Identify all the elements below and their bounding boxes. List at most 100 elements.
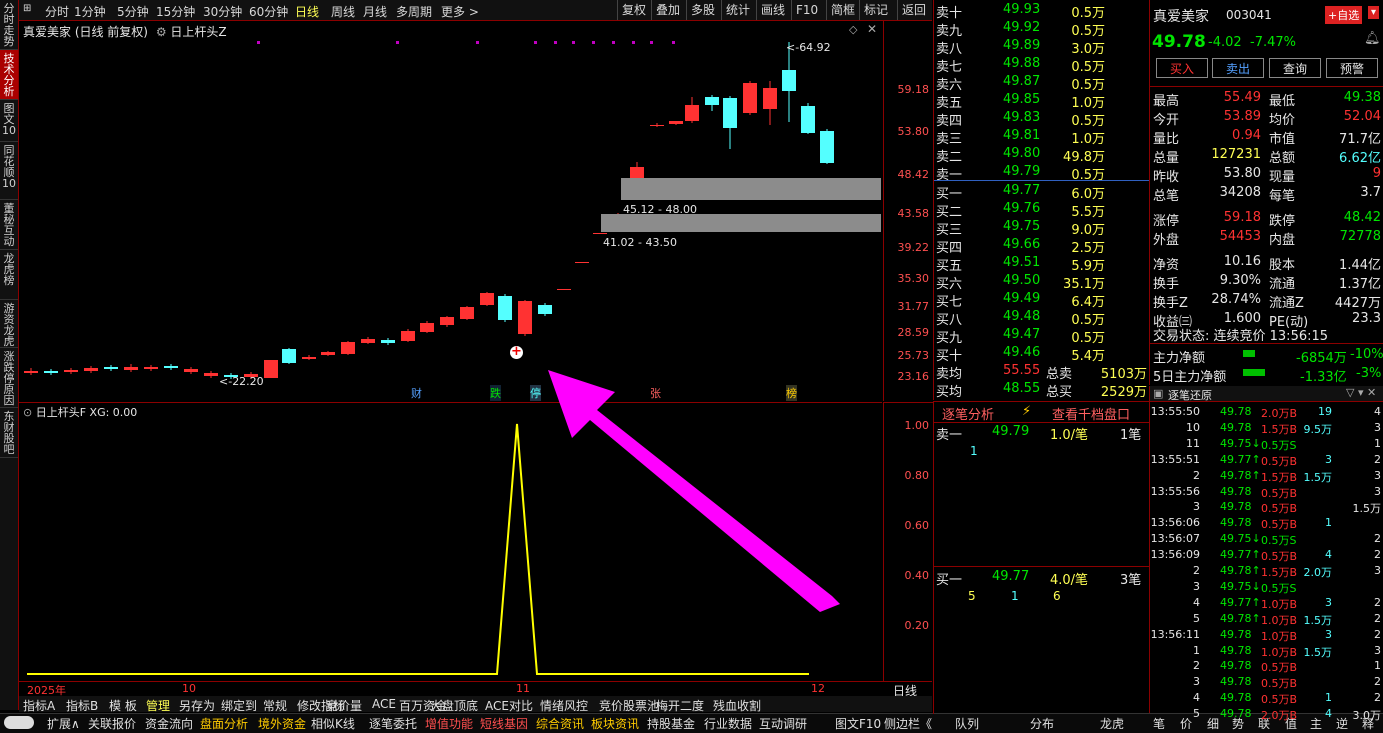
function-tab-2[interactable]: 资金流向 [145, 715, 193, 732]
toolbar-button-2[interactable]: 多股 [686, 0, 719, 20]
order-book-row[interactable]: 卖三 49.81 1.0万 [934, 127, 1149, 147]
menu-icon[interactable]: ⊞ [23, 3, 31, 14]
order-book-row[interactable]: 卖八 49.89 3.0万 [934, 37, 1149, 57]
toolbar-button-1[interactable]: 叠加 [651, 0, 684, 20]
order-book-row[interactable]: 卖五 49.85 1.0万 [934, 91, 1149, 111]
indicator-tab-9[interactable]: ACE [372, 697, 396, 711]
event-tag-fall[interactable]: 跌 [490, 385, 501, 401]
order-book-row[interactable]: 卖四 49.83 0.5万 [934, 109, 1149, 129]
left-tab-7[interactable]: 涨跌停原因 [0, 348, 18, 408]
order-book-row[interactable]: 卖九 49.92 0.5万 [934, 19, 1149, 39]
indicator-tab-2[interactable]: 模 板 [109, 697, 137, 714]
collapse-icon[interactable]: ▣ [1153, 387, 1163, 400]
order-book-row[interactable]: 买六 49.50 35.1万 [934, 272, 1149, 292]
function-tab-13[interactable]: 互动调研 [759, 715, 807, 732]
period-tab-8[interactable]: 月线 [363, 3, 387, 20]
toolbar-button-5[interactable]: F10 [791, 0, 822, 20]
indicator-tab-6[interactable]: 常规 [263, 697, 287, 714]
filter-icon[interactable]: ▽ ▾ ✕ [1346, 386, 1376, 399]
indicator-tab-5[interactable]: 绑定到 [221, 697, 257, 714]
order-book-row[interactable]: 卖六 49.87 0.5万 [934, 73, 1149, 93]
order-book-row[interactable]: 买四 49.66 2.5万 [934, 236, 1149, 256]
event-tag-finance[interactable]: 财 [411, 385, 422, 401]
panel-tab-0[interactable]: 图文F10 [835, 715, 881, 732]
kline-chart[interactable]: 真爱美家 (日线 前复权) ⚙ 日上杆头Z ◇ ✕ 45.12 - 48.00 … [19, 21, 882, 401]
toolbar-button-3[interactable]: 统计 [721, 0, 754, 20]
left-tab-1[interactable]: 技术分析 [0, 50, 18, 100]
function-tab-7[interactable]: 增值功能 [425, 715, 473, 732]
toolbar-button-4[interactable]: 画线 [756, 0, 789, 20]
order-book-row[interactable]: 卖一 49.79 0.5万 [934, 163, 1149, 183]
event-tag-halt[interactable]: 停 [530, 385, 541, 401]
period-tab-9[interactable]: 多周期 [396, 3, 432, 20]
dropdown-icon[interactable]: ▾ [1368, 6, 1380, 19]
query-button[interactable]: 查询 [1269, 58, 1321, 78]
indicator-tab-11[interactable]: 大盘顶底 [430, 697, 478, 714]
period-tab-5[interactable]: 60分钟 [249, 3, 288, 20]
panel-tab-2[interactable]: 队列 [955, 715, 979, 732]
period-tab-6[interactable]: 日线 [295, 3, 319, 20]
function-tab-1[interactable]: 关联报价 [88, 715, 136, 732]
panel-tab-4[interactable]: 龙虎 [1100, 715, 1124, 732]
function-tab-3[interactable]: 盘面分析 [200, 715, 248, 732]
period-tab-10[interactable]: 更多 > [441, 3, 479, 20]
function-tab-10[interactable]: 板块资讯 [591, 715, 639, 732]
indicator-tab-14[interactable]: 竞价股票池 [599, 697, 659, 714]
left-tab-2[interactable]: 图文10 [0, 100, 18, 142]
alert-button[interactable]: 预警 [1326, 58, 1378, 78]
add-favorite-button[interactable]: +自选 [1325, 6, 1363, 24]
depth-link[interactable]: 查看千档盘口 [1052, 404, 1130, 423]
toggle-switch[interactable] [4, 716, 34, 729]
toolbar-button-8[interactable]: 返回 [897, 0, 930, 20]
event-tag-list[interactable]: 榜 [786, 385, 797, 401]
indicator-tab-4[interactable]: 另存为 [179, 697, 215, 714]
indicator-tab-16[interactable]: 残血收割 [713, 697, 761, 714]
left-tab-0[interactable]: 分时走势 [0, 0, 18, 50]
left-tab-4[interactable]: 董秘互动 [0, 200, 18, 250]
toolbar-button-7[interactable]: 标记 [859, 0, 892, 20]
function-tab-9[interactable]: 综合资讯 [536, 715, 584, 732]
function-tab-12[interactable]: 行业数据 [704, 715, 752, 732]
order-book-row[interactable]: 买五 49.51 5.9万 [934, 254, 1149, 274]
panel-tab-1[interactable]: 侧边栏《 [884, 715, 932, 732]
function-tab-4[interactable]: 境外资金 [258, 715, 306, 732]
order-book-row[interactable]: 卖十 49.93 0.5万 [934, 1, 1149, 21]
indicator-tab-13[interactable]: 情绪风控 [540, 697, 588, 714]
toolbar-button-0[interactable]: 复权 [617, 0, 650, 20]
left-tab-8[interactable]: 东财股吧 [0, 408, 18, 458]
indicator-subchart[interactable]: ⊙ 日上杆头F XG: 0.00 [19, 402, 882, 681]
function-tab-5[interactable]: 相似K线 [311, 715, 355, 732]
indicator-tab-3[interactable]: 管理 [146, 697, 170, 714]
order-book-row[interactable]: 买十 49.46 5.4万 [934, 344, 1149, 364]
order-book-row[interactable]: 买七 49.49 6.4万 [934, 290, 1149, 310]
panel-tab-3[interactable]: 分布 [1030, 715, 1054, 732]
period-tab-1[interactable]: 1分钟 [74, 3, 106, 20]
order-book-row[interactable]: 买八 49.48 0.5万 [934, 308, 1149, 328]
function-tab-0[interactable]: 扩展∧ [47, 715, 80, 732]
indicator-tab-12[interactable]: ACE对比 [485, 697, 533, 714]
left-tab-5[interactable]: 龙虎榜 [0, 250, 18, 300]
buy-button[interactable]: 买入 [1156, 58, 1208, 78]
period-tab-2[interactable]: 5分钟 [117, 3, 149, 20]
bell-icon[interactable]: 🔔︎ [1364, 31, 1381, 46]
period-tab-4[interactable]: 30分钟 [203, 3, 242, 20]
order-book-row[interactable]: 卖七 49.88 0.5万 [934, 55, 1149, 75]
toolbar-button-6[interactable]: 简框 [826, 0, 859, 20]
event-tag-rise[interactable]: 张 [650, 385, 661, 401]
function-tab-6[interactable]: 逐笔委托 [369, 715, 417, 732]
period-tab-7[interactable]: 周线 [331, 3, 355, 20]
indicator-tab-0[interactable]: 指标A [23, 697, 55, 714]
period-tab-3[interactable]: 15分钟 [156, 3, 195, 20]
order-book-row[interactable]: 买二 49.76 5.5万 [934, 200, 1149, 220]
indicator-tab-15[interactable]: 梅开二度 [656, 697, 704, 714]
indicator-tab-8[interactable]: 竞价量 [326, 697, 362, 714]
tick-analysis-title[interactable]: 逐笔分析 [942, 404, 994, 423]
order-book-row[interactable]: 买三 49.75 9.0万 [934, 218, 1149, 238]
function-tab-11[interactable]: 持股基金 [647, 715, 695, 732]
order-book-row[interactable]: 买九 49.47 0.5万 [934, 326, 1149, 346]
order-book-row[interactable]: 买一 49.77 6.0万 [934, 182, 1149, 202]
sell-button[interactable]: 卖出 [1212, 58, 1264, 78]
function-tab-8[interactable]: 短线基因 [480, 715, 528, 732]
left-tab-6[interactable]: 游资龙虎 [0, 300, 18, 348]
indicator-tab-1[interactable]: 指标B [66, 697, 98, 714]
